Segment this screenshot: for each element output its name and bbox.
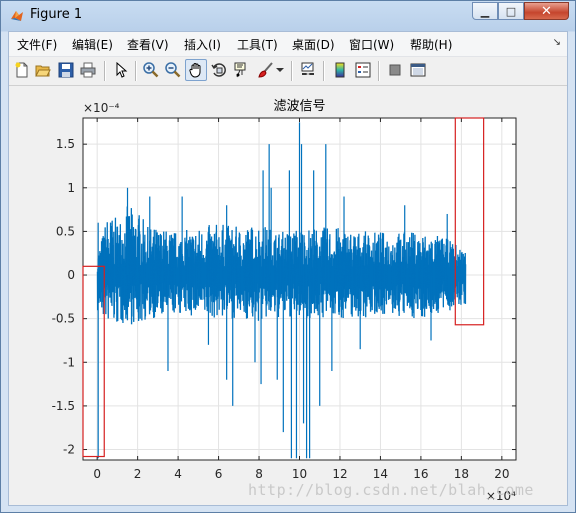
watermark: http://blog.csdn.net/blah_come — [248, 481, 534, 499]
y-tick-label: -0.5 — [52, 312, 75, 326]
y-exponent-label: ×10⁻⁴ — [83, 101, 120, 115]
chart-svg[interactable]: 0 2 4 6 8 10 12 14 16 18 20 -2 -1.5 -1 -0.5 0 0.5 1 1.5 ×10… — [9, 86, 567, 505]
x-tick-label: 20 — [494, 467, 509, 481]
menu-view[interactable]: 查看(V) — [127, 36, 169, 53]
close-icon: ✕ — [541, 3, 552, 19]
chart-title: 滤波信号 — [273, 99, 325, 114]
y-tick-label: 1.5 — [56, 137, 75, 151]
zoom-in-icon[interactable] — [142, 61, 160, 79]
zoom-out-icon[interactable] — [164, 61, 182, 79]
x-tick-label: 18 — [454, 467, 469, 481]
close-button[interactable]: ✕ — [524, 2, 569, 20]
x-tick-label: 8 — [255, 467, 263, 481]
y-tick-label: 0.5 — [56, 224, 75, 238]
insert-legend-icon[interactable] — [354, 61, 372, 79]
menu-tools[interactable]: 工具(T) — [237, 36, 278, 53]
pan-hand-icon[interactable] — [185, 59, 207, 81]
x-tick-label: 0 — [93, 467, 101, 481]
show-plot-tools-icon[interactable] — [409, 61, 427, 79]
window-title: Figure 1 — [30, 7, 83, 22]
menu-help[interactable]: 帮助(H) — [410, 36, 452, 53]
y-tick-label: -1 — [63, 355, 75, 369]
figure-toolbar — [9, 57, 567, 86]
rotate-3d-icon[interactable] — [210, 61, 228, 79]
y-tick-label: -2 — [63, 443, 75, 457]
x-tick-label: 16 — [413, 467, 428, 481]
y-tick-label: -1.5 — [52, 399, 75, 413]
data-cursor-icon[interactable] — [233, 61, 251, 79]
menu-window[interactable]: 窗口(W) — [349, 36, 394, 53]
open-file-icon[interactable] — [34, 61, 52, 79]
x-tick-label: 6 — [215, 467, 223, 481]
save-icon[interactable] — [57, 61, 75, 79]
print-icon[interactable] — [79, 61, 97, 79]
figure-client-area: 文件(F) 编辑(E) 查看(V) 插入(I) 工具(T) 桌面(D) 窗口(W… — [8, 31, 568, 506]
new-figure-icon[interactable] — [13, 61, 31, 79]
edit-plot-pointer-icon[interactable] — [112, 61, 130, 79]
x-tick-label: 2 — [134, 467, 142, 481]
menu-desktop[interactable]: 桌面(D) — [292, 36, 335, 53]
menu-dock-arrow-icon[interactable]: ↘ — [553, 37, 561, 48]
menu-bar: 文件(F) 编辑(E) 查看(V) 插入(I) 工具(T) 桌面(D) 窗口(W… — [9, 32, 567, 57]
maximize-button[interactable]: □ — [498, 2, 524, 20]
menu-insert[interactable]: 插入(I) — [184, 36, 221, 53]
figure-window: Figure 1 ▁ □ ✕ 文件(F) 编辑(E) 查看(V) 插入(I) 工… — [0, 0, 576, 513]
y-tick-label: 1 — [67, 181, 75, 195]
maximize-icon: □ — [505, 4, 517, 18]
title-bar[interactable]: Figure 1 ▁ □ ✕ — [1, 1, 575, 31]
plot-area: 0 2 4 6 8 10 12 14 16 18 20 -2 -1.5 -1 -0.5 0 0.5 1 1.5 ×10… — [9, 86, 567, 505]
matlab-logo-icon — [11, 11, 23, 21]
menu-edit[interactable]: 编辑(E) — [72, 36, 113, 53]
x-tick-label: 4 — [174, 467, 182, 481]
hide-plot-tools-icon[interactable] — [386, 61, 404, 79]
x-tick-label: 10 — [292, 467, 307, 481]
minimize-icon: ▁ — [480, 4, 490, 18]
y-tick-label: 0 — [67, 268, 75, 282]
brush-icon[interactable] — [257, 61, 275, 79]
insert-colorbar-icon[interactable] — [331, 61, 349, 79]
link-plot-icon[interactable] — [299, 61, 317, 79]
brush-dropdown-icon[interactable] — [275, 61, 285, 79]
x-tick-label: 14 — [373, 467, 388, 481]
minimize-button[interactable]: ▁ — [472, 2, 498, 20]
x-tick-label: 12 — [332, 467, 347, 481]
menu-file[interactable]: 文件(F) — [17, 36, 57, 53]
